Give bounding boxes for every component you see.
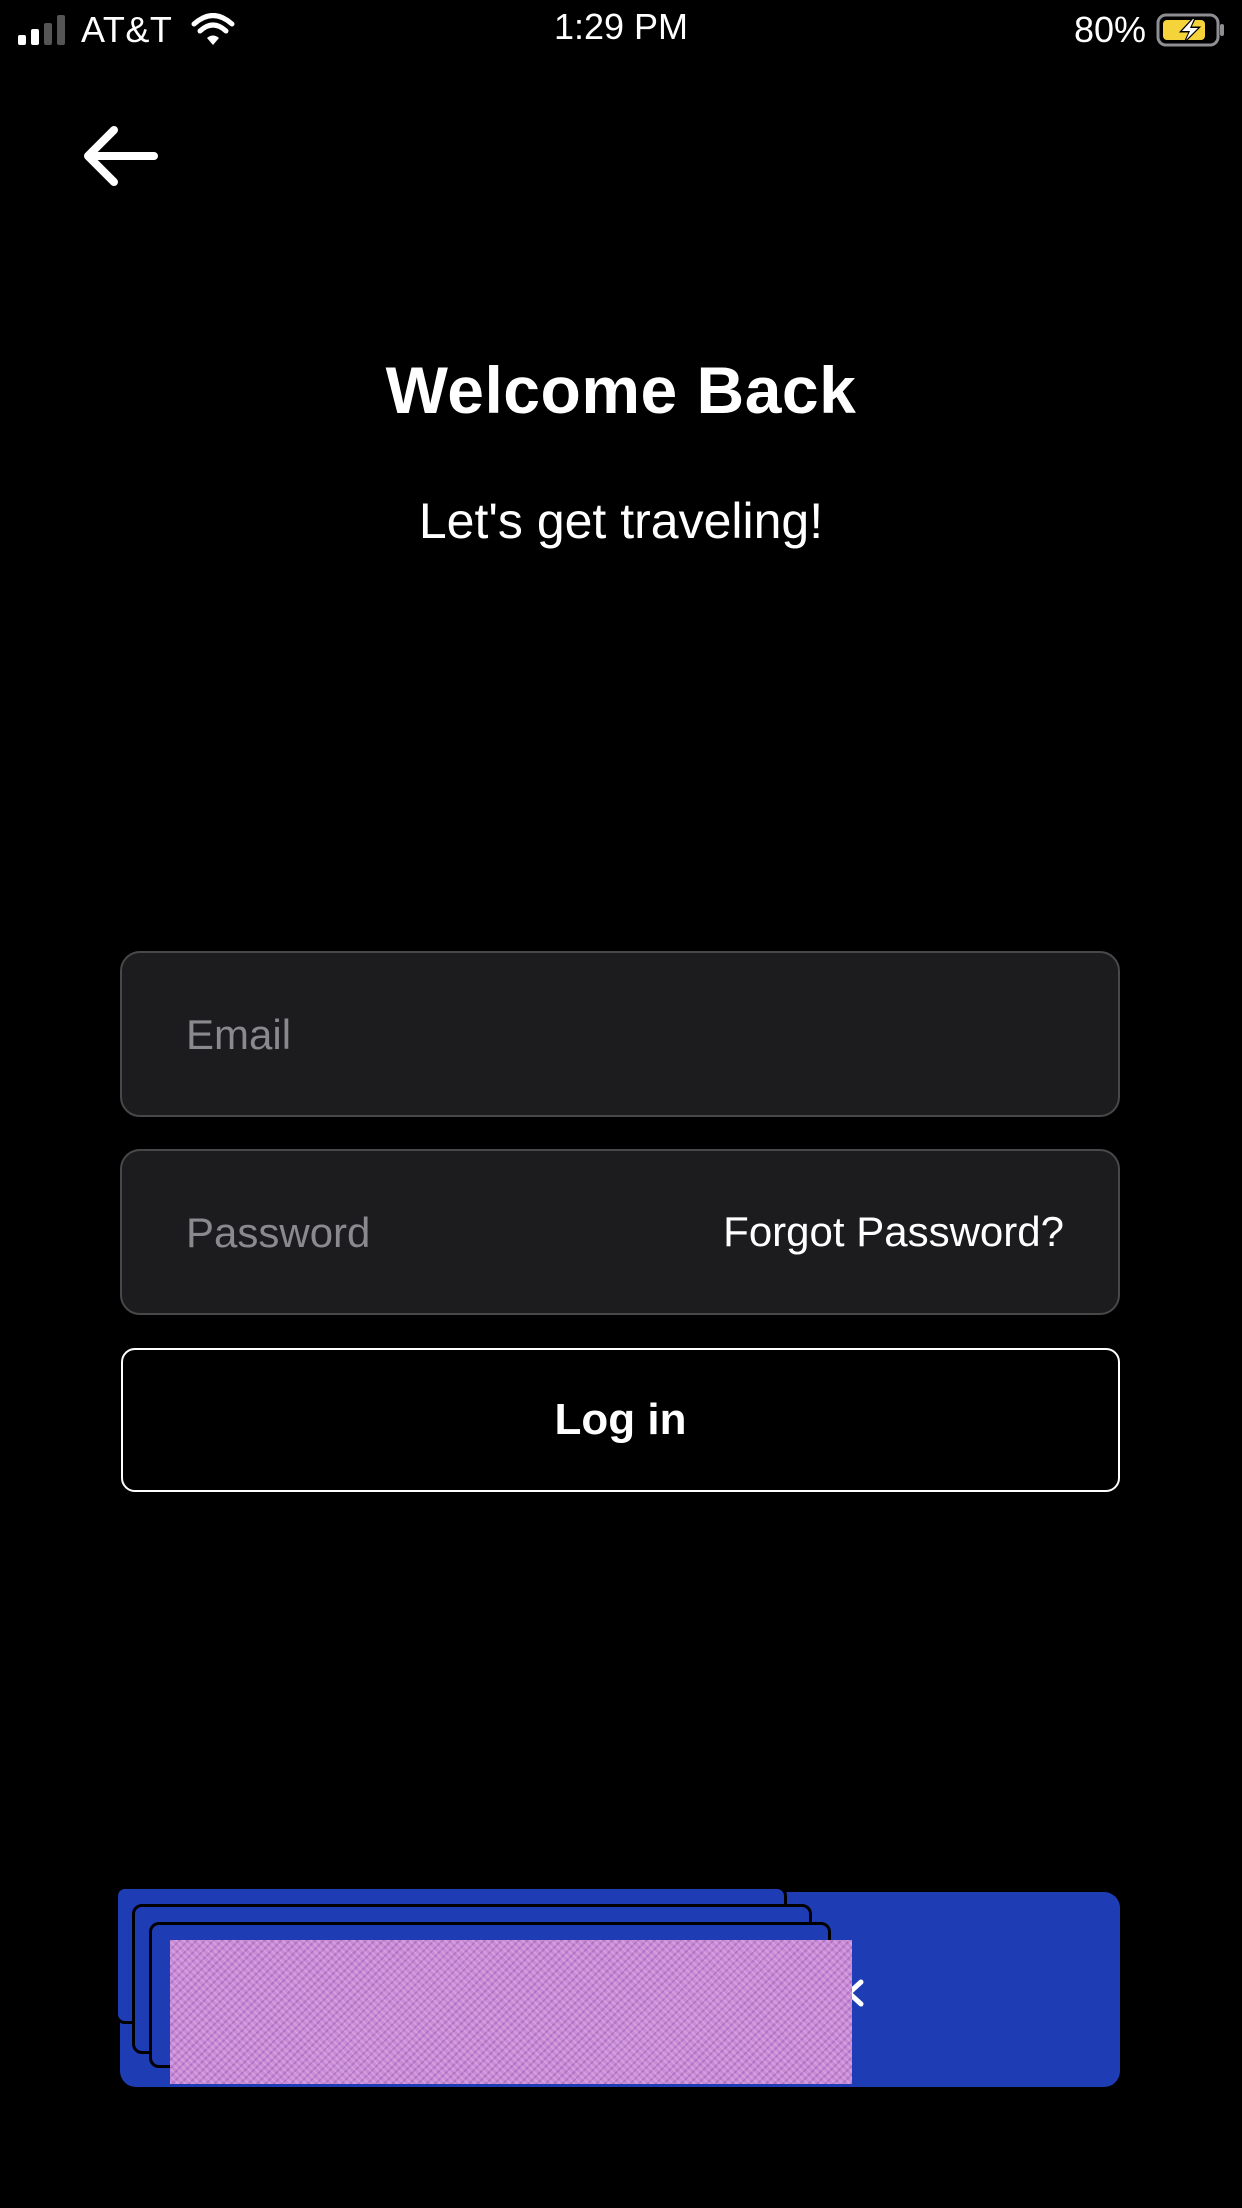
battery-percent: 80% xyxy=(1073,9,1146,50)
email-field[interactable] xyxy=(120,951,1120,1117)
password-field[interactable]: Forgot Password? xyxy=(120,1149,1120,1315)
status-time: 1:29 PM xyxy=(553,6,689,47)
battery-charging-icon xyxy=(1156,13,1224,47)
email-input[interactable] xyxy=(184,953,748,1117)
back-arrow-icon[interactable] xyxy=(80,125,160,187)
forgot-password-link[interactable]: Forgot Password? xyxy=(723,1151,1064,1313)
status-bar: AT&T 1:29 PM 80% xyxy=(0,0,1242,60)
page-title: Welcome Back xyxy=(385,353,857,427)
login-button[interactable]: Log in xyxy=(121,1348,1120,1492)
password-input[interactable] xyxy=(184,1151,748,1315)
redacted-region xyxy=(170,1940,852,2084)
page-subtitle: Let's get traveling! xyxy=(418,493,824,549)
status-bar-right: 80% xyxy=(1074,6,1226,54)
